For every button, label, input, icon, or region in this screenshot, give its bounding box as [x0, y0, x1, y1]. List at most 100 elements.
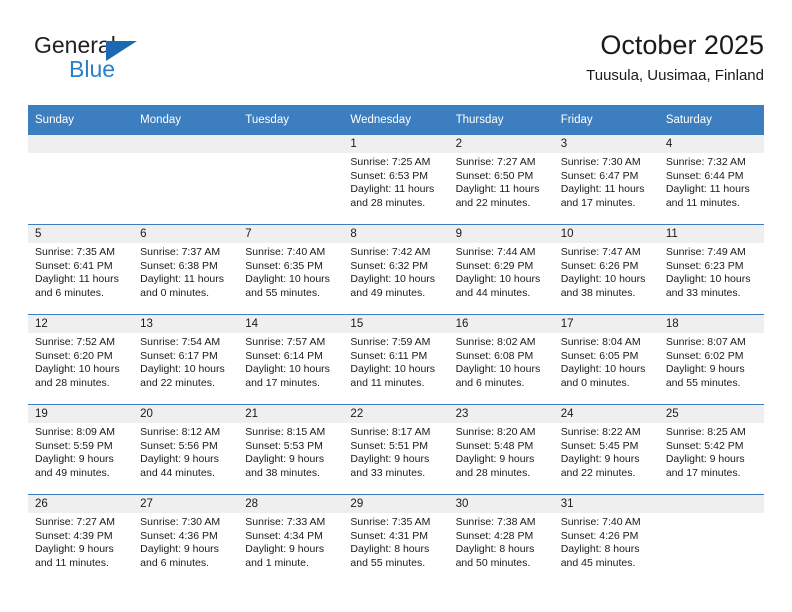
day-detail-lines: Sunrise: 8:20 AM Sunset: 5:48 PM Daylight:… — [449, 423, 554, 480]
sunset-time: Sunset: 4:26 PM — [560, 529, 639, 542]
weekday-header-tuesday: Tuesday — [238, 105, 344, 135]
day-number: 28 — [238, 495, 344, 513]
calendar-day-cell[interactable]: 2 Sunrise: 7:27 AM Sunset: 6:50 PM Daylight… — [448, 134, 554, 225]
calendar-week-row: 5 Sunrise: 7:35 AM Sunset: 6:41 PM Daylight… — [28, 224, 764, 315]
calendar-day-cell[interactable]: 17 Sunrise: 8:04 AM Sunset: 6:05 PM Dayligh… — [553, 314, 659, 405]
daylight-duration-line1: Daylight: 10 hours — [665, 273, 751, 285]
daylight-duration-line1: Daylight: 10 hours — [140, 363, 225, 375]
day-number: 16 — [448, 315, 554, 333]
title-block: October 2025 Tuusula, Uusimaa, Finland — [586, 28, 764, 85]
day-number: 17 — [553, 315, 659, 333]
sunset-time: Sunset: 4:36 PM — [140, 529, 218, 542]
sunset-time: Sunset: 6:11 PM — [350, 349, 428, 362]
sunset-time: Sunset: 6:20 PM — [35, 349, 113, 362]
calendar-day-cell[interactable]: 29 Sunrise: 7:35 AM Sunset: 4:31 PM Dayligh… — [343, 494, 449, 584]
calendar-day-cell[interactable]: 4 Sunrise: 7:32 AM Sunset: 6:44 PM Daylight… — [658, 134, 764, 225]
daylight-duration-line1: Daylight: 10 hours — [455, 363, 541, 375]
daylight-duration-line1: Daylight: 11 hours — [350, 183, 435, 195]
sunset-time: Sunset: 6:02 PM — [665, 349, 744, 362]
sunrise-time: Sunrise: 7:38 AM — [455, 516, 536, 528]
daylight-duration-line1: Daylight: 10 hours — [560, 363, 646, 375]
sunrise-time: Sunrise: 8:22 AM — [560, 426, 641, 438]
calendar-day-cell[interactable]: 9 Sunrise: 7:44 AM Sunset: 6:29 PM Daylight… — [448, 224, 554, 315]
calendar-day-cell[interactable]: 14 Sunrise: 7:57 AM Sunset: 6:14 PM Dayligh… — [238, 314, 344, 405]
day-number: 24 — [553, 405, 659, 423]
calendar-day-cell[interactable]: 28 Sunrise: 7:33 AM Sunset: 4:34 PM Dayligh… — [238, 494, 344, 584]
day-number: 22 — [343, 405, 449, 423]
calendar-day-cell[interactable]: 20 Sunrise: 8:12 AM Sunset: 5:56 PM Dayligh… — [133, 404, 239, 495]
sunset-time: Sunset: 6:05 PM — [560, 349, 639, 362]
calendar-body: 1 Sunrise: 7:25 AM Sunset: 6:53 PM Daylight… — [28, 134, 764, 584]
daylight-duration-line1: Daylight: 9 hours — [140, 453, 219, 465]
day-number-band — [238, 135, 344, 153]
calendar-day-cell[interactable]: 30 Sunrise: 7:38 AM Sunset: 4:28 PM Dayligh… — [448, 494, 554, 584]
day-detail-lines: Sunrise: 8:12 AM Sunset: 5:56 PM Daylight:… — [133, 423, 238, 480]
location-subtitle: Tuusula, Uusimaa, Finland — [586, 67, 764, 84]
calendar-day-cell[interactable]: 15 Sunrise: 7:59 AM Sunset: 6:11 PM Dayligh… — [343, 314, 449, 405]
calendar-week-row: 12 Sunrise: 7:52 AM Sunset: 6:20 PM Dayligh… — [28, 314, 764, 405]
day-number: 30 — [448, 495, 554, 513]
calendar-day-cell[interactable]: 25 Sunrise: 8:25 AM Sunset: 5:42 PM Dayligh… — [658, 404, 764, 495]
daylight-duration-line1: Daylight: 9 hours — [35, 453, 114, 465]
daylight-duration-line2: and 28 minutes. — [350, 196, 426, 209]
calendar-day-cell[interactable]: 3 Sunrise: 7:30 AM Sunset: 6:47 PM Daylight… — [553, 134, 659, 225]
logo-text-general: General — [34, 32, 116, 58]
daylight-duration-line1: Daylight: 10 hours — [350, 363, 436, 375]
calendar-day-cell[interactable]: 11 Sunrise: 7:49 AM Sunset: 6:23 PM Dayligh… — [658, 224, 764, 315]
sunrise-time: Sunrise: 8:20 AM — [455, 426, 536, 438]
calendar-day-cell[interactable]: 19 Sunrise: 8:09 AM Sunset: 5:59 PM Dayligh… — [28, 404, 134, 495]
calendar-day-cell[interactable]: 27 Sunrise: 7:30 AM Sunset: 4:36 PM Dayligh… — [133, 494, 239, 584]
calendar-page: General Blue October 2025 Tuusula, Uusim… — [0, 0, 792, 612]
sunset-time: Sunset: 5:48 PM — [455, 439, 534, 452]
daylight-duration-line2: and 6 minutes. — [455, 376, 525, 389]
sunrise-sunset-calendar: Sunday Monday Tuesday Wednesday Thursday… — [28, 105, 764, 584]
calendar-week-row: 26 Sunrise: 7:27 AM Sunset: 4:39 PM Dayligh… — [28, 494, 764, 584]
calendar-day-cell[interactable]: 22 Sunrise: 8:17 AM Sunset: 5:51 PM Dayligh… — [343, 404, 449, 495]
calendar-day-cell[interactable]: 21 Sunrise: 8:15 AM Sunset: 5:53 PM Dayligh… — [238, 404, 344, 495]
sunrise-time: Sunrise: 7:52 AM — [35, 336, 115, 348]
day-number: 10 — [553, 225, 659, 243]
sunset-time: Sunset: 6:32 PM — [350, 259, 429, 272]
daylight-duration-line1: Daylight: 9 hours — [455, 453, 535, 465]
day-number: 29 — [343, 495, 449, 513]
daylight-duration-line1: Daylight: 8 hours — [560, 543, 640, 555]
sunrise-time: Sunrise: 8:07 AM — [665, 336, 746, 348]
sunrise-time: Sunrise: 7:32 AM — [665, 156, 746, 168]
daylight-duration-line2: and 17 minutes. — [245, 376, 320, 389]
daylight-duration-line1: Daylight: 9 hours — [245, 453, 325, 465]
calendar-day-cell[interactable]: 26 Sunrise: 7:27 AM Sunset: 4:39 PM Dayligh… — [28, 494, 134, 584]
day-detail-lines: Sunrise: 7:42 AM Sunset: 6:32 PM Daylight:… — [343, 243, 448, 300]
daylight-duration-line1: Daylight: 11 hours — [455, 183, 540, 195]
sunset-time: Sunset: 6:53 PM — [350, 169, 429, 182]
sunset-time: Sunset: 6:26 PM — [560, 259, 639, 272]
day-number: 27 — [133, 495, 239, 513]
calendar-day-cell[interactable]: 6 Sunrise: 7:37 AM Sunset: 6:38 PM Daylight… — [133, 224, 239, 315]
calendar-day-cell[interactable]: 1 Sunrise: 7:25 AM Sunset: 6:53 PM Daylight… — [343, 134, 449, 225]
calendar-day-cell[interactable]: 10 Sunrise: 7:47 AM Sunset: 6:26 PM Dayligh… — [553, 224, 659, 315]
day-detail-lines: Sunrise: 7:52 AM Sunset: 6:20 PM Daylight:… — [28, 333, 133, 390]
day-number: 8 — [343, 225, 449, 243]
calendar-day-cell[interactable]: 16 Sunrise: 8:02 AM Sunset: 6:08 PM Dayligh… — [448, 314, 554, 405]
sunset-time: Sunset: 4:28 PM — [455, 529, 534, 542]
sunrise-time: Sunrise: 7:37 AM — [140, 246, 221, 258]
calendar-day-cell[interactable]: 31 Sunrise: 7:40 AM Sunset: 4:26 PM Dayligh… — [553, 494, 659, 584]
sunrise-time: Sunrise: 7:59 AM — [350, 336, 431, 348]
calendar-day-cell[interactable]: 13 Sunrise: 7:54 AM Sunset: 6:17 PM Dayligh… — [133, 314, 239, 405]
calendar-day-cell[interactable]: 5 Sunrise: 7:35 AM Sunset: 6:41 PM Daylight… — [28, 224, 134, 315]
sunset-time: Sunset: 6:44 PM — [665, 169, 744, 182]
calendar-day-cell[interactable]: 23 Sunrise: 8:20 AM Sunset: 5:48 PM Dayligh… — [448, 404, 554, 495]
daylight-duration-line2: and 33 minutes. — [665, 286, 741, 299]
sunset-time: Sunset: 6:41 PM — [35, 259, 113, 272]
calendar-day-cell[interactable]: 8 Sunrise: 7:42 AM Sunset: 6:32 PM Daylight… — [343, 224, 449, 315]
sunrise-time: Sunrise: 8:09 AM — [35, 426, 115, 438]
day-detail-lines: Sunrise: 7:35 AM Sunset: 4:31 PM Daylight:… — [343, 513, 448, 570]
calendar-day-cell[interactable]: 7 Sunrise: 7:40 AM Sunset: 6:35 PM Daylight… — [238, 224, 344, 315]
day-detail-lines: Sunrise: 7:40 AM Sunset: 6:35 PM Daylight:… — [238, 243, 343, 300]
sunrise-time: Sunrise: 7:27 AM — [35, 516, 115, 528]
sunset-time: Sunset: 6:17 PM — [140, 349, 218, 362]
page-title: October 2025 — [600, 30, 764, 60]
calendar-day-cell[interactable]: 24 Sunrise: 8:22 AM Sunset: 5:45 PM Dayligh… — [553, 404, 659, 495]
calendar-day-cell[interactable]: 18 Sunrise: 8:07 AM Sunset: 6:02 PM Dayligh… — [658, 314, 764, 405]
daylight-duration-line2: and 33 minutes. — [350, 466, 426, 479]
calendar-day-cell[interactable]: 12 Sunrise: 7:52 AM Sunset: 6:20 PM Dayligh… — [28, 314, 134, 405]
